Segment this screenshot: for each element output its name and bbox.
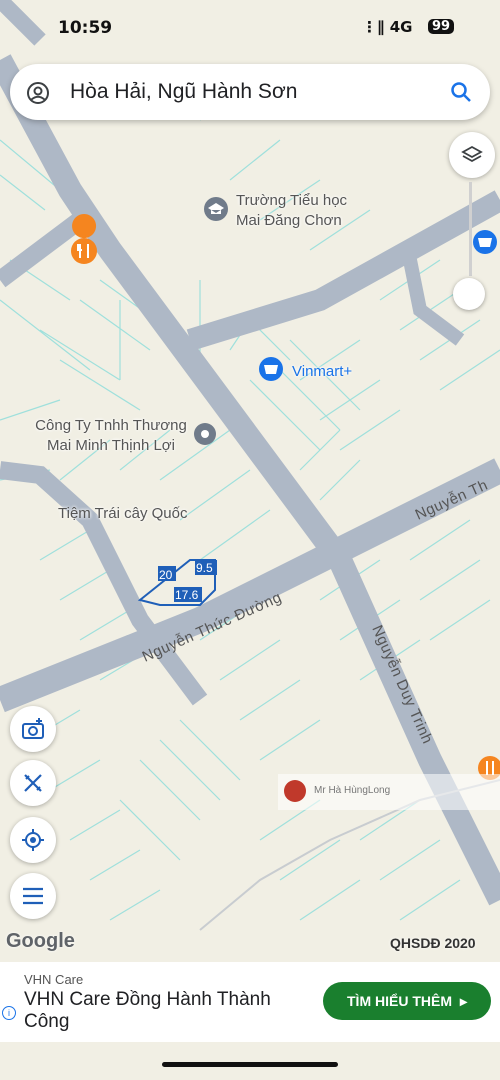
- poi-label-vinmart[interactable]: Vinmart+: [292, 362, 352, 382]
- google-logo: Google: [6, 930, 75, 952]
- poi-label-school[interactable]: Trường Tiểu học Mai Đăng Chơn: [236, 191, 347, 231]
- ad-info-icon[interactable]: i: [2, 1006, 16, 1020]
- status-battery: 99: [428, 19, 455, 34]
- ruler-pencil-icon: [24, 774, 42, 792]
- school-icon[interactable]: [204, 197, 228, 221]
- map-canvas[interactable]: 20 9.5 17.6 Nguyễn Thức Đường Nguyễn Duy…: [0, 0, 500, 1080]
- watermark-banner: Mr Hà HùngLong: [278, 774, 500, 810]
- status-time: 10:59: [58, 18, 113, 38]
- poi-label-company[interactable]: Công Ty Tnhh Thương Mai Minh Thịnh Lợi: [26, 416, 196, 456]
- lot-depth-label: 17.6: [175, 588, 199, 602]
- store-icon-edge[interactable]: [473, 230, 497, 254]
- ad-cta-button[interactable]: TÌM HIỂU THÊM ▸: [323, 982, 491, 1020]
- camera-add-icon: [22, 718, 44, 739]
- opacity-slider-handle[interactable]: [453, 278, 485, 310]
- search-bar[interactable]: Hòa Hải, Ngũ Hành Sơn: [10, 64, 490, 120]
- search-icon[interactable]: [450, 81, 472, 103]
- home-indicator-area: [0, 1042, 500, 1080]
- avatar: [284, 780, 306, 802]
- ad-banner[interactable]: VHN Care VHN Care Đồng Hành Thành Công i…: [0, 962, 500, 1042]
- store-icon[interactable]: [259, 357, 283, 381]
- poi-label-fruit-shop[interactable]: Tiệm Trái cây Quốc: [58, 504, 187, 524]
- layers-icon: [461, 145, 483, 163]
- my-location-button[interactable]: [10, 817, 56, 863]
- camera-button[interactable]: [10, 706, 56, 752]
- hamburger-icon: [23, 887, 43, 905]
- menu-button[interactable]: [10, 873, 56, 919]
- place-pin-icon[interactable]: [194, 423, 216, 445]
- home-indicator[interactable]: [162, 1062, 338, 1067]
- ad-headline[interactable]: VHN Care Đồng Hành Thành Công: [24, 989, 294, 1033]
- crosshair-location-icon: [22, 829, 44, 851]
- ad-cta-label: TÌM HIỂU THÊM: [347, 993, 452, 1009]
- lot-width-label: 20: [159, 568, 173, 582]
- layers-button[interactable]: [449, 132, 495, 178]
- search-query[interactable]: Hòa Hải, Ngũ Hành Sơn: [70, 80, 297, 104]
- account-icon[interactable]: [26, 81, 50, 105]
- watermark-text: Mr Hà HùngLong: [314, 785, 391, 796]
- measure-button[interactable]: [10, 760, 56, 806]
- layer-label: QHSDĐ 2020: [390, 935, 476, 951]
- chevron-right-icon: ▸: [460, 993, 468, 1009]
- opacity-slider-track[interactable]: [469, 182, 472, 276]
- lot-front-label: 9.5: [196, 561, 213, 575]
- status-signal: ⋮∥ 4G: [362, 18, 413, 36]
- ad-source: VHN Care: [24, 972, 84, 987]
